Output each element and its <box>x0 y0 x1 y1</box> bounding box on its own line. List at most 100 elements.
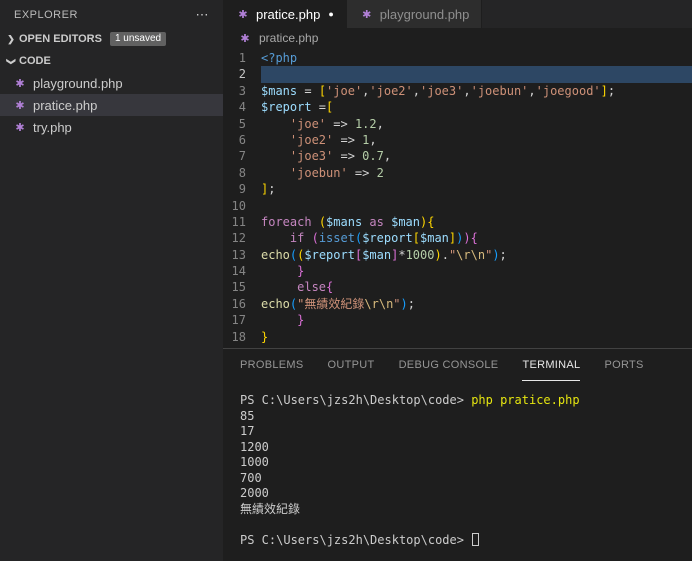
code-token: ; <box>499 247 507 262</box>
terminal-line: PS C:\Users\jzs2h\Desktop\code> <box>240 532 692 549</box>
code-line: 5 'joe' => 1.2, <box>223 116 692 132</box>
panel-tab-ports[interactable]: PORTS <box>604 349 643 381</box>
code-text: 'joebun' => 2 <box>261 165 692 181</box>
editor-area: ✱ pratice.php ● ✱ playground.php ✱ pratice.p… <box>223 0 692 561</box>
code-token: 'joebun' <box>470 83 529 98</box>
file-item-playground.php[interactable]: ✱ playground.php <box>0 72 223 94</box>
php-file-icon: ✱ <box>362 8 372 21</box>
file-label: playground.php <box>33 75 123 91</box>
file-item-pratice.php[interactable]: ✱ pratice.php <box>0 94 223 116</box>
terminal-text: PS C:\Users\jzs2h\Desktop\code> <box>240 532 472 547</box>
editor-tab-pratice.php[interactable]: ✱ pratice.php ● <box>223 0 347 28</box>
chevron-right-icon: ❯ <box>7 33 15 44</box>
line-number: 9 <box>238 182 246 197</box>
open-editors-label: OPEN EDITORS <box>19 33 102 45</box>
code-token: echo <box>261 296 290 311</box>
code-token: $mans <box>261 83 298 98</box>
panel-tab-debug-console[interactable]: DEBUG CONSOLE <box>399 349 499 381</box>
code-token: 'joe' <box>289 116 327 131</box>
code-line: 18} <box>223 329 692 345</box>
php-file-icon: ✱ <box>15 77 25 90</box>
code-token: . <box>441 247 449 262</box>
line-number: 11 <box>231 214 246 229</box>
code-line: 13 echo(($report[$man]*1000)."\r\n"); <box>223 247 692 263</box>
code-text: 'joe' => 1.2, <box>261 116 692 132</box>
terminal-line: 700 <box>240 471 692 487</box>
terminal-line: 無績效紀錄 <box>240 502 692 518</box>
editor-tab-playground.php[interactable]: ✱ playground.php <box>346 0 483 28</box>
code-token: echo <box>261 247 290 262</box>
line-number: 12 <box>231 231 246 246</box>
php-file-icon: ✱ <box>240 32 250 45</box>
code-token: { <box>470 231 478 246</box>
more-actions-icon[interactable]: ⋯ <box>196 8 210 21</box>
code-text <box>261 66 692 83</box>
tab-label: playground.php <box>379 6 470 22</box>
code-line: 7 'joe3' => 0.7, <box>223 148 692 164</box>
terminal-line: 2000 <box>240 486 692 502</box>
code-line: 15 else{ <box>223 279 692 295</box>
bottom-panel: PROBLEMS OUTPUT DEBUG CONSOLE TERMINAL PORTS… <box>223 348 692 561</box>
open-editors-header[interactable]: ❯ OPEN EDITORS 1 unsaved <box>0 28 223 50</box>
panel-tab-terminal[interactable]: TERMINAL <box>522 349 581 381</box>
line-number: 8 <box>238 165 246 180</box>
code-token: [ <box>318 83 327 98</box>
line-number: 2 <box>238 67 246 82</box>
file-label: try.php <box>33 119 72 135</box>
code-token: isset <box>318 231 355 246</box>
code-token: 1000 <box>405 247 435 262</box>
code-line: 17 } <box>223 312 692 328</box>
terminal-text: php pratice.php <box>471 393 580 407</box>
folder-code-header[interactable]: ❯ CODE <box>0 50 223 72</box>
code-token: if <box>289 231 305 246</box>
terminal-line: PS C:\Users\jzs2h\Desktop\code> php prat… <box>240 393 692 409</box>
code-token: , <box>369 132 377 147</box>
modified-dot-icon[interactable]: ● <box>328 9 333 19</box>
line-number: 18 <box>231 329 246 344</box>
line-number: 1 <box>238 51 246 65</box>
code-token: \n <box>470 247 486 262</box>
panel-tab-output[interactable]: OUTPUT <box>328 349 375 381</box>
terminal-line: 1000 <box>240 455 692 471</box>
code-line: 16 echo("無績效紀錄\r\n"); <box>223 296 692 312</box>
tab-label: pratice.php <box>256 6 321 22</box>
explorer-title: EXPLORER <box>14 9 78 21</box>
vscode-window: EXPLORER ⋯ ❯ OPEN EDITORS 1 unsaved ❯ CO… <box>0 0 692 561</box>
code-text: } <box>261 312 692 328</box>
code-token: ( <box>318 214 327 229</box>
code-token: 'joe3' <box>420 83 464 98</box>
folder-code-label: CODE <box>19 55 51 67</box>
code-token: ) <box>400 296 408 311</box>
code-token: => <box>333 149 363 164</box>
code-token: = <box>297 83 319 98</box>
code-text: foreach ($mans as $man){ <box>261 214 692 230</box>
code-text: echo("無績效紀錄\r\n"); <box>261 296 692 312</box>
code-token: } <box>297 264 305 279</box>
line-number: 14 <box>231 264 246 279</box>
code-token: , <box>383 149 392 164</box>
file-list: ✱ playground.php ✱ pratice.php ✱ try.php <box>0 72 223 138</box>
code-editor[interactable]: 1 <?php 2 3 $mans = ['joe','joe2','joe3','jo… <box>223 48 692 348</box>
breadcrumb[interactable]: ✱ pratice.php <box>223 28 692 48</box>
terminal-text: 17 <box>240 424 255 438</box>
code-token: => <box>347 165 377 180</box>
code-text: if (isset($report[$man])){ <box>261 230 692 246</box>
code-line: 6 'joe2' => 1, <box>223 132 692 148</box>
file-item-try.php[interactable]: ✱ try.php <box>0 116 223 138</box>
terminal-text: 700 <box>240 470 262 485</box>
line-number: 7 <box>238 149 246 164</box>
code-token: 'joe2' <box>289 132 334 147</box>
code-token: $report <box>304 247 355 262</box>
code-line: 1 <?php <box>223 50 692 66</box>
code-token: ; <box>607 83 616 98</box>
panel-tab-problems[interactable]: PROBLEMS <box>240 349 304 381</box>
terminal[interactable]: PS C:\Users\jzs2h\Desktop\code> php prat… <box>223 381 692 561</box>
code-text: ]; <box>261 181 692 197</box>
terminal-cursor[interactable] <box>472 532 480 546</box>
php-file-icon: ✱ <box>15 99 25 112</box>
code-token: [ <box>412 231 420 246</box>
